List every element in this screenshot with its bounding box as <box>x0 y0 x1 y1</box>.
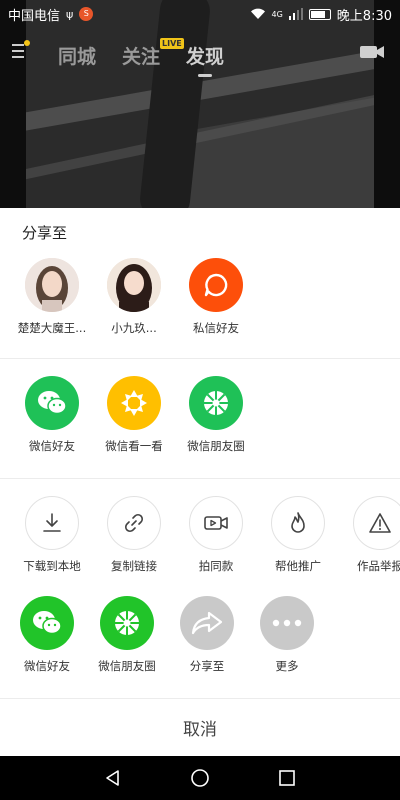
divider <box>0 358 400 359</box>
promote-button[interactable]: 帮他推广 <box>257 496 339 574</box>
wechat-circle <box>20 596 74 650</box>
action-label: 下载到本地 <box>23 559 81 573</box>
status-bar: 中国电信 ψ S 4G 晚上8:30 <box>0 0 400 28</box>
wechat-circle <box>25 376 79 430</box>
moments-circle <box>100 596 154 650</box>
top-navigation: 同城 关注 发现 LIVE <box>0 36 400 77</box>
share-label: 微信好友 <box>24 659 70 673</box>
network-type: 4G <box>271 9 283 19</box>
direct-message-button <box>189 258 243 312</box>
report-button[interactable]: 作品举报 <box>339 496 400 574</box>
system-share-more[interactable]: 更多 <box>246 596 328 674</box>
contact-item[interactable]: 小九玖... <box>93 258 175 336</box>
menu-icon[interactable] <box>12 40 30 62</box>
carrier-label: 中国电信 <box>8 7 61 23</box>
back-icon[interactable] <box>103 768 123 788</box>
system-nav-bar <box>0 756 400 800</box>
signal-icon <box>288 8 303 20</box>
system-share-to[interactable]: 分享至 <box>166 596 248 674</box>
screen: 中国电信 ψ S 4G 晚上8:30 同城 关注 发现 LIVE 分享至 楚楚大… <box>0 0 400 800</box>
direct-message-label: 私信好友 <box>193 321 239 335</box>
share-label: 微信好友 <box>29 439 75 453</box>
share-to-circle <box>180 596 234 650</box>
feed-tabs: 同城 关注 发现 <box>58 42 224 77</box>
cancel-button[interactable]: 取消 <box>0 698 400 756</box>
avatar <box>107 258 161 312</box>
moments-icon <box>115 611 139 635</box>
avatar <box>25 258 79 312</box>
battery-icon <box>308 8 331 20</box>
report-circle <box>353 496 400 550</box>
shoot-same-button[interactable]: 拍同款 <box>175 496 257 574</box>
download-button[interactable]: 下载到本地 <box>11 496 93 574</box>
video-camera-icon <box>204 516 228 530</box>
moments-circle <box>189 376 243 430</box>
tab-discover[interactable]: 发现 <box>186 42 224 77</box>
wechat-look-icon <box>121 390 147 416</box>
action-label: 作品举报 <box>357 559 400 573</box>
wechat-icon <box>33 611 62 635</box>
wechat-icon <box>38 391 67 415</box>
wechat-look-circle <box>107 376 161 430</box>
home-icon[interactable] <box>190 768 210 788</box>
share-sheet: 分享至 楚楚大魔王... 小九玖... 私信好友 微信好友 微信看一看 微信朋友… <box>0 208 400 756</box>
download-icon <box>43 513 61 532</box>
tab-following[interactable]: 关注 <box>122 42 160 69</box>
system-share-wechat-friends[interactable]: 微信好友 <box>6 596 88 674</box>
copy-link-circle <box>107 496 161 550</box>
warning-icon <box>369 513 391 533</box>
recents-icon[interactable] <box>277 768 297 788</box>
contact-name: 楚楚大魔王... <box>17 321 87 335</box>
share-label: 更多 <box>275 659 299 673</box>
action-label: 帮他推广 <box>275 559 321 573</box>
direct-message-item[interactable]: 私信好友 <box>175 258 257 336</box>
action-label: 拍同款 <box>198 559 234 573</box>
chat-bubble-icon <box>204 273 228 297</box>
flame-icon <box>291 512 305 533</box>
more-circle <box>260 596 314 650</box>
share-label: 微信朋友圈 <box>98 659 156 673</box>
share-label: 微信看一看 <box>105 439 163 453</box>
share-label: 微信朋友圈 <box>187 439 245 453</box>
moments-icon <box>204 391 228 415</box>
video-background <box>0 0 400 210</box>
contact-item[interactable]: 楚楚大魔王... <box>11 258 93 336</box>
wifi-icon <box>250 8 265 19</box>
system-share-wechat-moments[interactable]: 微信朋友圈 <box>86 596 168 674</box>
notification-icon: S <box>79 7 94 21</box>
share-title: 分享至 <box>22 224 68 242</box>
shoot-same-circle <box>189 496 243 550</box>
link-icon <box>124 513 144 533</box>
camera-icon[interactable] <box>360 44 384 60</box>
share-wechat-look[interactable]: 微信看一看 <box>93 376 175 454</box>
contact-name: 小九玖... <box>111 321 157 335</box>
copy-link-button[interactable]: 复制链接 <box>93 496 175 574</box>
promote-circle <box>271 496 325 550</box>
clock: 晚上8:30 <box>336 8 392 24</box>
share-arrow-icon <box>191 611 223 635</box>
more-dots-icon <box>272 619 302 627</box>
tab-nearby[interactable]: 同城 <box>58 42 96 69</box>
divider <box>0 478 400 479</box>
action-label: 复制链接 <box>111 559 157 573</box>
usb-icon: ψ <box>66 7 74 21</box>
share-wechat-friends[interactable]: 微信好友 <box>11 376 93 454</box>
share-wechat-moments[interactable]: 微信朋友圈 <box>175 376 257 454</box>
share-label: 分享至 <box>189 659 225 673</box>
live-badge: LIVE <box>160 38 184 49</box>
download-circle <box>25 496 79 550</box>
